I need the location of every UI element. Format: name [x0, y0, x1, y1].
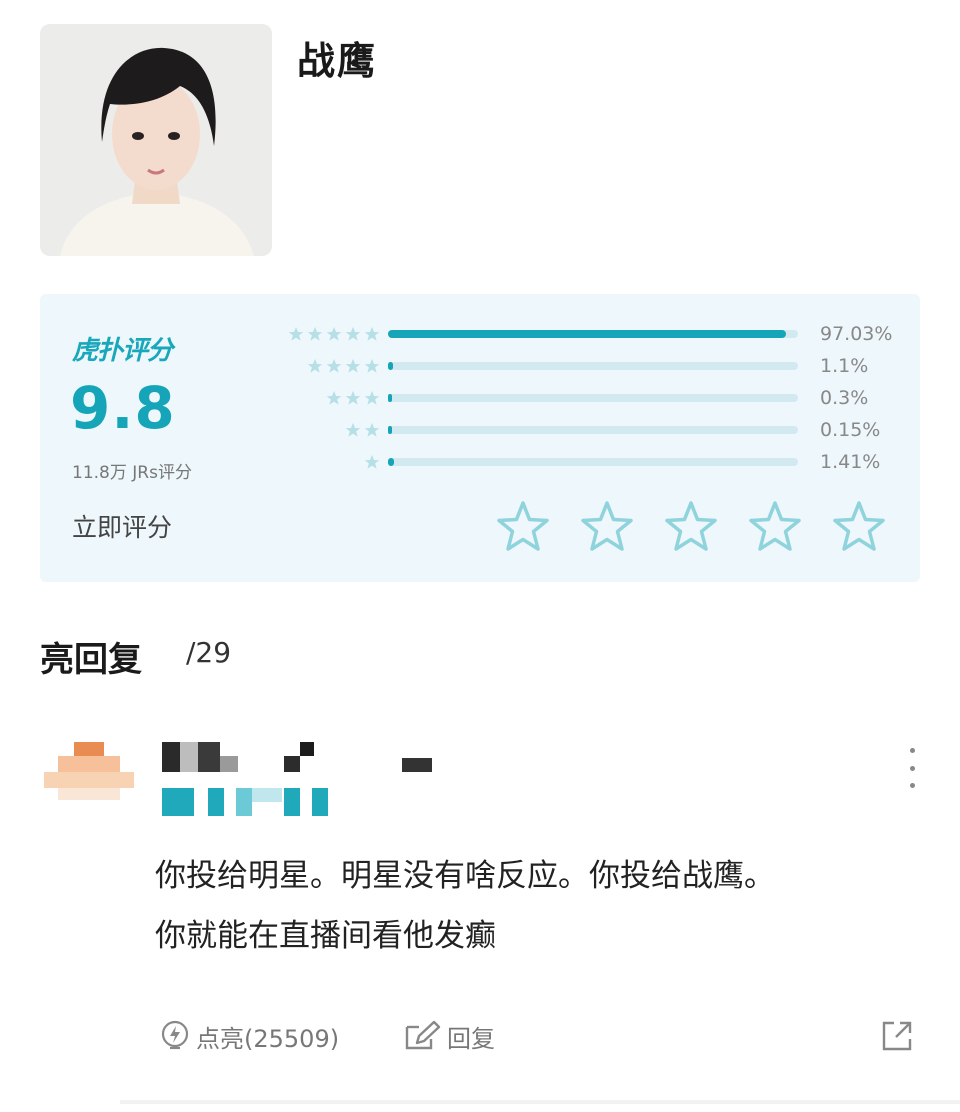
rating-percent: 1.41% — [820, 451, 881, 473]
bottom-divider — [120, 1100, 960, 1104]
reply-label: 回复 — [447, 1024, 495, 1053]
profile-photo[interactable] — [40, 24, 272, 256]
rating-row-stars — [288, 322, 380, 346]
rating-bar-track — [388, 394, 798, 402]
rate-stars[interactable] — [496, 500, 886, 552]
rating-row-1-star: 1.41% — [240, 450, 900, 474]
reply-button[interactable]: 回复 — [403, 1016, 495, 1056]
rating-row-stars — [364, 450, 380, 474]
like-button[interactable]: 点亮(25509) — [160, 1016, 339, 1056]
star-icon — [364, 359, 380, 373]
rating-row-2-star: 0.15% — [240, 418, 900, 442]
rating-row-stars — [326, 386, 380, 410]
rating-bar-track — [388, 362, 798, 370]
rating-percent: 0.3% — [820, 387, 869, 409]
profile-photo-image — [40, 24, 272, 256]
star-icon — [364, 327, 380, 341]
star-icon — [364, 455, 380, 469]
rating-percent: 1.1% — [820, 355, 869, 377]
rating-bar-fill — [388, 458, 394, 466]
rate-star-3-icon[interactable] — [664, 500, 718, 552]
person-name: 战鹰 — [297, 39, 378, 83]
rate-now-label: 立即评分 — [72, 513, 173, 542]
rating-bar-fill — [388, 394, 392, 402]
star-icon — [326, 391, 342, 405]
replies-count: /29 — [186, 636, 232, 669]
star-icon — [345, 391, 361, 405]
share-button[interactable] — [880, 1016, 914, 1056]
rating-bar-track — [388, 458, 798, 466]
rate-star-5-icon[interactable] — [832, 500, 886, 552]
share-icon — [882, 1021, 912, 1051]
star-icon — [364, 391, 380, 405]
rating-percent: 97.03% — [820, 323, 893, 345]
rating-bar-fill — [388, 330, 786, 338]
brand-logo: 虎扑评分 — [72, 336, 173, 366]
rating-row-stars — [345, 418, 380, 442]
rating-count: 11.8万 JRs评分 — [72, 463, 192, 483]
star-icon — [307, 327, 323, 341]
star-icon — [345, 327, 361, 341]
rating-row-stars — [307, 354, 380, 378]
star-icon — [307, 359, 323, 373]
rating-row-3-star: 0.3% — [240, 386, 900, 410]
like-label: 点亮(25509) — [196, 1024, 340, 1053]
star-icon — [326, 327, 342, 341]
comment-line: 你就能在直播间看他发癫 — [155, 918, 496, 954]
rating-score: 9.8 — [70, 374, 176, 442]
rating-bar-track — [388, 426, 798, 434]
avatar[interactable] — [44, 742, 134, 800]
replies-title: 亮回复 — [40, 640, 142, 680]
star-icon — [345, 423, 361, 437]
rate-star-2-icon[interactable] — [580, 500, 634, 552]
comment-line: 你投给明星。明星没有啥反应。你投给战鹰。 — [155, 858, 775, 894]
star-icon — [326, 359, 342, 373]
rating-row-5-star: 97.03% — [240, 322, 900, 346]
rating-card: 虎扑评分 9.8 11.8万 JRs评分 立即评分 97.03% 1.1% 0.3%… — [40, 294, 920, 582]
rating-bar-fill — [388, 362, 393, 370]
rating-row-4-star: 1.1% — [240, 354, 900, 378]
comment-body: 你投给明星。明星没有啥反应。你投给战鹰。 你就能在直播间看他发癫 — [155, 846, 915, 966]
rating-percent: 0.15% — [820, 419, 881, 441]
rate-star-4-icon[interactable] — [748, 500, 802, 552]
more-icon[interactable] — [900, 748, 924, 788]
rate-star-1-icon[interactable] — [496, 500, 550, 552]
rating-bar-track — [388, 330, 798, 338]
edit-icon — [405, 1020, 441, 1050]
star-icon — [288, 327, 304, 341]
rating-bar-fill — [388, 426, 392, 434]
star-icon — [345, 359, 361, 373]
lightning-icon — [161, 1020, 189, 1050]
star-icon — [364, 423, 380, 437]
